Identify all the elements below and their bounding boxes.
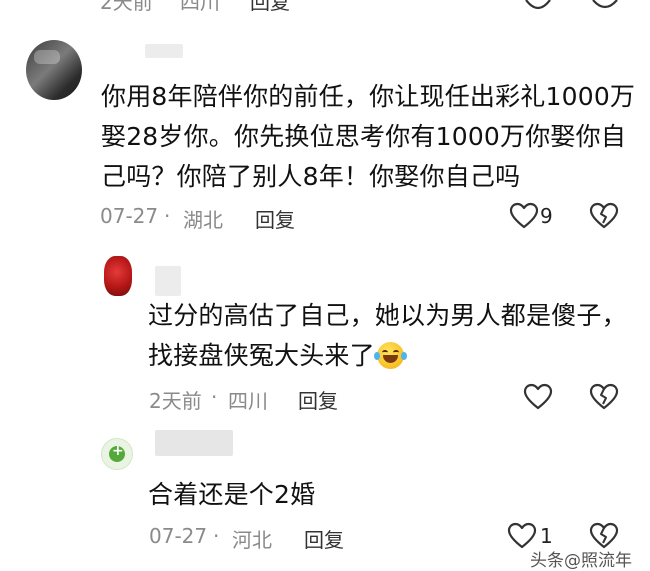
reply-1-line-2: 找接盘侠冤大头来了 bbox=[148, 336, 627, 376]
reply-1-like-icon[interactable] bbox=[523, 383, 553, 411]
prev-comment-location: 四川 bbox=[180, 0, 220, 14]
reply-2-reply-button[interactable]: 回复 bbox=[304, 524, 344, 553]
main-comment-separator: · bbox=[164, 204, 171, 228]
reply-1-username-blur bbox=[155, 266, 181, 296]
main-comment-line-2: 娶28岁你。你先换位思考你有1000万你娶你自 bbox=[101, 122, 627, 151]
prev-comment-reply-button[interactable]: 回复 bbox=[250, 0, 290, 15]
prev-like-icon[interactable] bbox=[523, 0, 553, 16]
main-comment-username-blur bbox=[145, 44, 183, 58]
main-like-count: 9 bbox=[540, 204, 553, 228]
main-comment-line-3: 己吗？你陪了别人8年！你娶你自己吗 bbox=[101, 162, 521, 191]
reply-1-line-2-text: 找接盘侠冤大头来了 bbox=[148, 341, 375, 370]
reply-2-separator: · bbox=[213, 524, 220, 548]
reply-1-separator: · bbox=[211, 385, 218, 409]
reply-2-time: 07-27 bbox=[149, 524, 208, 548]
main-comment-reply-button[interactable]: 回复 bbox=[255, 204, 295, 233]
reply-1-dislike-icon[interactable] bbox=[589, 383, 619, 411]
main-comment-text: 你用8年陪伴你的前任，你让现任出彩礼1000万 娶28岁你。你先换位思考你有10… bbox=[101, 77, 635, 197]
reply-1-text: 过分的高估了自己，她以为男人都是傻子， 找接盘侠冤大头来了 bbox=[148, 296, 627, 376]
main-comment-line-1: 你用8年陪伴你的前任，你让现任出彩礼1000万 bbox=[101, 82, 636, 111]
main-comment-date: 07-27 bbox=[100, 204, 159, 228]
reply-1-line-1: 过分的高估了自己，她以为男人都是傻子， bbox=[148, 301, 627, 330]
reply-1-avatar[interactable] bbox=[104, 256, 132, 296]
main-comment-avatar[interactable] bbox=[26, 40, 82, 100]
laughing-tears-emoji bbox=[373, 342, 407, 369]
reply-2-line-1: 合着还是个2婚 bbox=[148, 480, 316, 509]
reply-2-like-count: 1 bbox=[540, 524, 553, 548]
main-like-icon[interactable] bbox=[509, 202, 539, 230]
main-comment-location: 湖北 bbox=[183, 208, 223, 232]
prev-comment-time: 2天前 bbox=[100, 0, 153, 14]
reply-1-time: 2天前 bbox=[149, 389, 202, 413]
reply-2-avatar[interactable] bbox=[101, 438, 133, 470]
prev-dislike-icon[interactable] bbox=[590, 0, 620, 14]
reply-1-reply-button[interactable]: 回复 bbox=[298, 385, 338, 414]
reply-2-location: 河北 bbox=[232, 528, 272, 552]
reply-2-text: 合着还是个2婚 bbox=[148, 475, 315, 515]
reply-2-username-blur bbox=[155, 430, 233, 456]
reply-1-location: 四川 bbox=[228, 389, 268, 413]
main-dislike-icon[interactable] bbox=[589, 202, 619, 230]
